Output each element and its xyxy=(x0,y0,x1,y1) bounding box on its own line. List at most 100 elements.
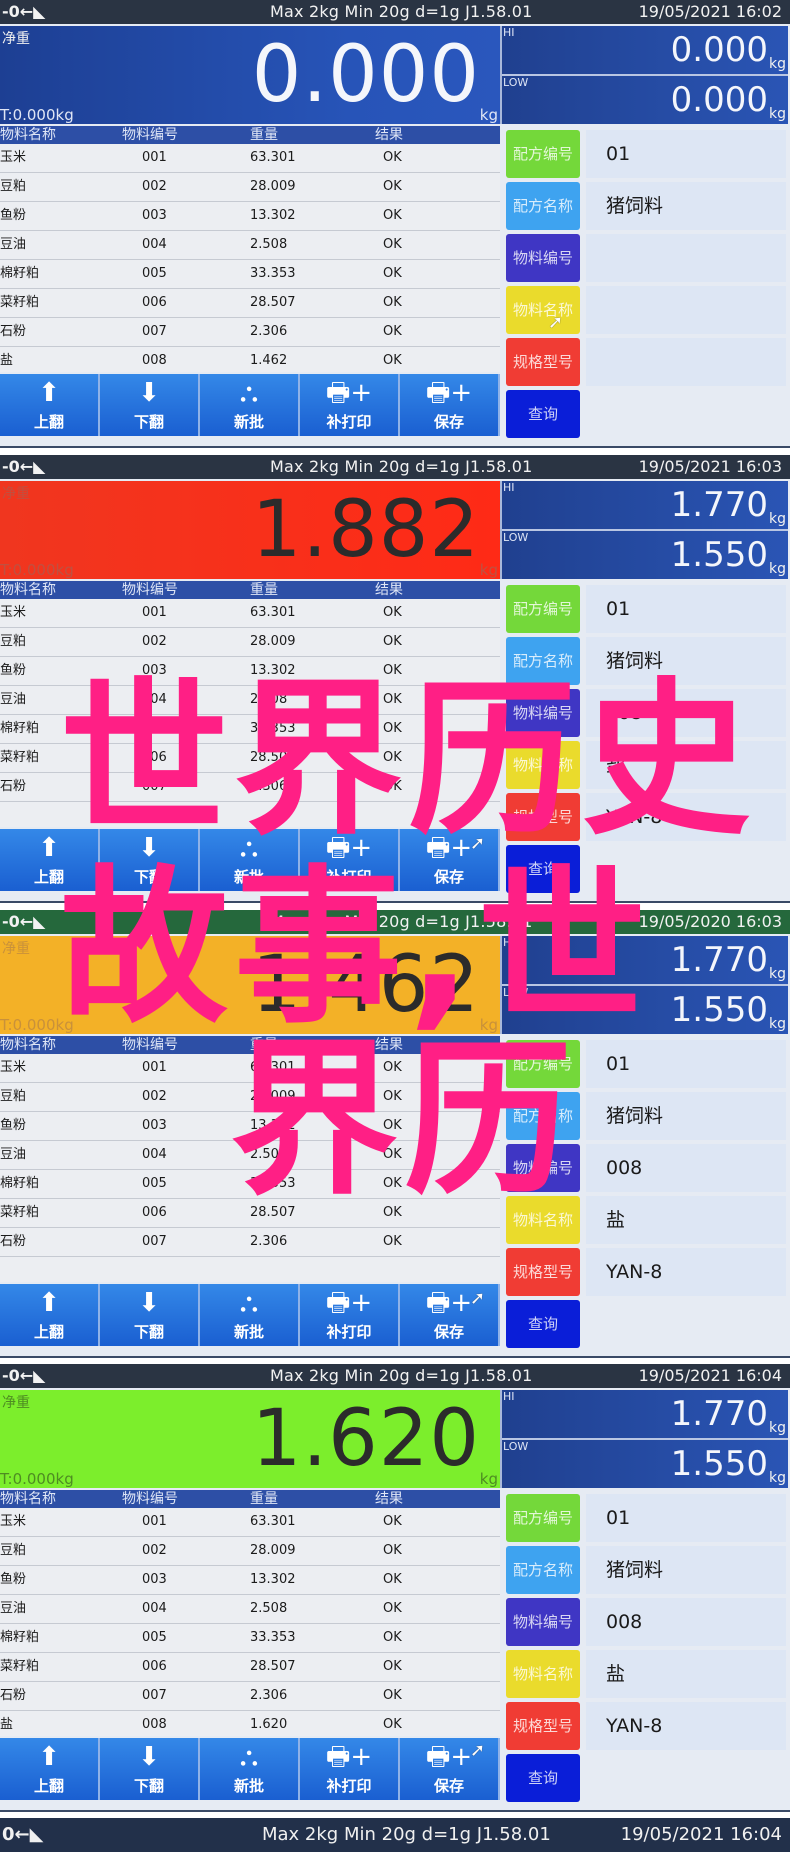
recipe-side-panel: 配方编号 01 配方名称 猪饲料 物料编号 008 物料名称盐规格型号 YAN-8 查询 xyxy=(502,1490,790,1808)
material-code: 005 xyxy=(142,1630,167,1645)
table-row[interactable]: 豆粕 002 28.009 OK xyxy=(0,1537,500,1566)
material-code: 004 xyxy=(142,1601,167,1616)
table-row[interactable]: 石粉 007 2.306 OK xyxy=(0,1682,500,1711)
table-row[interactable]: 菜籽粕 006 28.507 OK xyxy=(0,289,500,318)
col-header-code: 物料编号 xyxy=(122,127,178,143)
arrow-down-icon: ⬇ xyxy=(138,378,160,408)
material-weight: 63.301 xyxy=(250,150,296,165)
material-result: OK xyxy=(383,1543,402,1558)
table-row[interactable] xyxy=(0,1257,500,1286)
material-weight: 1.620 xyxy=(250,1717,288,1732)
net-weight-label: 净重 xyxy=(2,31,30,47)
table-row[interactable]: 豆粕 002 28.009 OK xyxy=(0,628,500,657)
hi-limit[interactable]: HI 1.770 kg xyxy=(502,1390,788,1440)
side-button-0[interactable]: 配方编号 xyxy=(506,585,580,633)
low-limit[interactable]: LOW 1.550 kg xyxy=(502,1440,788,1488)
toolbar-button-3[interactable]: 🖶+ 补打印 xyxy=(300,1284,400,1346)
side-button-3[interactable]: 物料名称 xyxy=(506,1650,580,1698)
table-row[interactable]: 鱼粉 003 13.302 OK xyxy=(0,202,500,231)
toolbar-button-label: 保存 xyxy=(433,1323,464,1341)
low-limit[interactable]: LOW 0.000 kg xyxy=(502,76,788,124)
material-code: 007 xyxy=(142,1688,167,1703)
side-button-2[interactable]: 物料编号 xyxy=(506,234,580,282)
side-button-5[interactable]: 查询 xyxy=(506,1300,580,1348)
material-name: 玉米 xyxy=(0,150,27,165)
table-row[interactable]: 盐 008 1.462 OK xyxy=(0,347,500,376)
material-code: 001 xyxy=(142,150,167,165)
material-name: 鱼粉 xyxy=(0,1118,27,1133)
toolbar-button-1[interactable]: ⬇ 下翻 xyxy=(100,1284,200,1346)
table-row[interactable]: 玉米 001 63.301 OK xyxy=(0,599,500,628)
material-name: 石粉 xyxy=(0,779,27,794)
side-button-2[interactable]: 物料编号 xyxy=(506,1598,580,1646)
material-code: 004 xyxy=(142,237,167,252)
table-row[interactable]: 菜籽粕 006 28.507 OK xyxy=(0,1653,500,1682)
material-result: OK xyxy=(383,1514,402,1529)
material-name: 豆油 xyxy=(0,1147,27,1162)
printer-plus-icon: 🖶+ xyxy=(425,378,473,408)
table-row[interactable]: 石粉 007 2.306 OK xyxy=(0,318,500,347)
side-button-3[interactable]: 物料名称 xyxy=(506,286,580,334)
side-button-0[interactable]: 配方编号 xyxy=(506,1494,580,1542)
side-button-4[interactable]: 规格型号 xyxy=(506,1702,580,1750)
zero-indicator-icon: -0←◣ xyxy=(2,457,46,476)
side-button-5[interactable]: 查询 xyxy=(506,390,580,438)
col-header-name: 物料名称 xyxy=(0,1037,56,1053)
material-weight: 63.301 xyxy=(250,605,296,620)
side-button-4[interactable]: 规格型号 xyxy=(506,338,580,386)
overlay-title-line1: 世界历史 xyxy=(60,662,756,858)
material-name: 鱼粉 xyxy=(0,1572,27,1587)
material-result: OK xyxy=(383,208,402,223)
table-row[interactable]: 玉米 001 63.301 OK xyxy=(0,144,500,173)
side-button-4[interactable]: 规格型号 xyxy=(506,1248,580,1296)
hi-label: HI xyxy=(503,1390,515,1403)
side-button-1[interactable]: 配方名称 xyxy=(506,182,580,230)
table-row[interactable]: 石粉 007 2.306 OK xyxy=(0,1228,500,1257)
printer-plus-icon: 🖶+ xyxy=(325,378,373,408)
table-row[interactable]: 盐 008 1.620 OK xyxy=(0,1711,500,1740)
table-row[interactable]: 豆油 004 2.508 OK xyxy=(0,231,500,260)
side-button-5[interactable]: 查询 xyxy=(506,1754,580,1802)
material-code: 006 xyxy=(142,295,167,310)
table-row[interactable]: 鱼粉 003 13.302 OK xyxy=(0,1566,500,1595)
hi-limit[interactable]: HI 0.000 kg xyxy=(502,26,788,76)
toolbar-button-1[interactable]: ⬇ 下翻 xyxy=(100,374,200,436)
side-button-0[interactable]: 配方编号 xyxy=(506,130,580,178)
limits-panel: HI 1.770 kg LOW 1.550 kg xyxy=(502,1390,790,1488)
material-name: 棉籽粕 xyxy=(0,1176,40,1191)
table-row[interactable]: 玉米 001 63.301 OK xyxy=(0,1508,500,1537)
toolbar-button-4[interactable]: 🖶+ 保存 xyxy=(400,374,500,436)
side-value-2: 008 xyxy=(586,1144,786,1192)
material-name: 豆粕 xyxy=(0,634,27,649)
toolbar-button-0[interactable]: ⬆ 上翻 xyxy=(0,1738,100,1800)
overlay-title-line2: 故事,世 xyxy=(60,850,652,1046)
material-code: 008 xyxy=(142,353,167,368)
low-limit[interactable]: LOW 1.550 kg xyxy=(502,531,788,579)
toolbar-button-0[interactable]: ⬆ 上翻 xyxy=(0,1284,100,1346)
toolbar-button-2[interactable]: ⛬ 新批 xyxy=(200,1738,300,1800)
col-header-name: 物料名称 xyxy=(0,582,56,598)
overlay-title-line3: 界历 xyxy=(230,1022,578,1218)
mouse-cursor-icon: ➚ xyxy=(470,1740,486,1761)
unit-label: kg xyxy=(479,106,498,124)
toolbar-button-2[interactable]: ⛬ 新批 xyxy=(200,374,300,436)
table-row[interactable]: 棉籽粕 005 33.353 OK xyxy=(0,260,500,289)
material-name: 豆粕 xyxy=(0,1089,27,1104)
toolbar-button-0[interactable]: ⬆ 上翻 xyxy=(0,374,100,436)
material-code: 005 xyxy=(142,266,167,281)
table-row[interactable]: 豆油 004 2.508 OK xyxy=(0,1595,500,1624)
stack-icon: ⛬ xyxy=(239,378,259,408)
material-name: 盐 xyxy=(0,353,14,368)
toolbar-button-3[interactable]: 🖶+ 补打印 xyxy=(300,1738,400,1800)
table-row[interactable]: 豆粕 002 28.009 OK xyxy=(0,173,500,202)
toolbar-button-2[interactable]: ⛬ 新批 xyxy=(200,1284,300,1346)
toolbar-button-1[interactable]: ⬇ 下翻 xyxy=(100,1738,200,1800)
low-label: LOW xyxy=(503,531,529,544)
table-row[interactable]: 棉籽粕 005 33.353 OK xyxy=(0,1624,500,1653)
toolbar-button-3[interactable]: 🖶+ 补打印 xyxy=(300,374,400,436)
mouse-cursor-icon: ➚ xyxy=(548,312,564,333)
hi-limit[interactable]: HI 1.770 kg xyxy=(502,481,788,531)
unit-label: kg xyxy=(479,1470,498,1488)
net-weight-value: 1.620 xyxy=(251,1394,480,1484)
side-button-1[interactable]: 配方名称 xyxy=(506,1546,580,1594)
